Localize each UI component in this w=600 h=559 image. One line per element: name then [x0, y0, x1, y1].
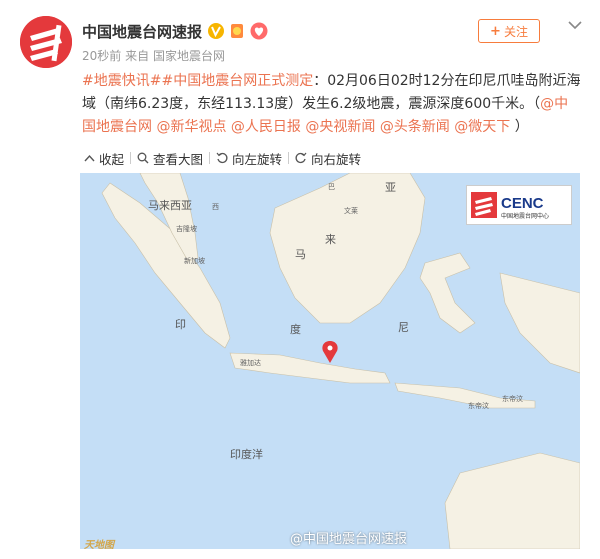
collapse-icon: [84, 154, 95, 161]
watermark-text: @中国地震台网速报: [290, 532, 408, 547]
medal-icon: [231, 24, 244, 38]
user-name-row: 中国地震台网速报: [82, 20, 268, 42]
label-jakarta: 雅加达: [240, 358, 261, 367]
label-indonesia-ni: 尼: [398, 321, 409, 334]
label-indonesia-yin: 印: [175, 318, 186, 331]
cenc-brand-text: CENC: [501, 195, 544, 212]
cenc-brand-icon: CENC 中国地震台网中心: [471, 192, 549, 220]
label-singapore: 新加坡: [184, 256, 205, 265]
label-indian-ocean: 印度洋: [230, 447, 263, 461]
cenc-logo-box: CENC 中国地震台网中心: [466, 185, 572, 225]
follow-button[interactable]: + 关注: [478, 19, 540, 43]
plus-icon: +: [490, 23, 501, 39]
user-name[interactable]: 中国地震台网速报: [82, 21, 202, 42]
label-brunei: 文莱: [344, 206, 358, 215]
rotate-left-button[interactable]: 向左旋转: [210, 149, 288, 168]
hashtag-earthquake-news[interactable]: #地震快讯#: [82, 73, 161, 89]
mention-xinhua[interactable]: @新华视点: [156, 119, 226, 135]
earthquake-map-image[interactable]: 马来西亚 吉隆坡 新加坡 印 度 尼 雅加达 马 来 亚 文莱 东帝汶 印度洋 …: [80, 173, 580, 549]
post-text: #地震快讯##中国地震台网正式测定：02月06日02时12分在印尼爪哇岛附近海域…: [82, 70, 582, 139]
hashtag-cenc-official[interactable]: #中国地震台网正式测定: [161, 73, 313, 89]
rotate-left-icon: [216, 152, 228, 164]
view-large-label: 查看大图: [153, 151, 204, 167]
label-ya: 亚: [385, 181, 396, 194]
label-lai: 来: [325, 233, 336, 246]
rotate-right-icon: [295, 152, 307, 164]
chevron-down-icon[interactable]: [566, 16, 584, 34]
avatar[interactable]: [20, 16, 72, 68]
post-close-paren: ）: [514, 119, 529, 135]
cenc-sub-text: 中国地震台网中心: [501, 212, 549, 220]
rotate-left-label: 向左旋转: [232, 151, 283, 167]
rotate-right-button[interactable]: 向右旋转: [289, 149, 367, 168]
image-toolbar: 收起 查看大图 向左旋转 向右旋转: [78, 148, 367, 168]
map-graphic: 马来西亚 吉隆坡 新加坡 印 度 尼 雅加达 马 来 亚 文莱 东帝汶 印度洋 …: [80, 173, 580, 549]
label-small-b: 巴: [328, 183, 335, 191]
verified-icon: [208, 23, 225, 39]
post-source[interactable]: 国家地震台网: [153, 49, 225, 63]
weibo-watermark: @中国地震台网速报: [290, 528, 407, 547]
mention-cctv-news[interactable]: @央视新闻: [305, 119, 375, 135]
mention-weitianxia[interactable]: @微天下: [454, 119, 510, 135]
post-meta: 20秒前 来自 国家地震台网: [82, 47, 225, 64]
view-large-button[interactable]: 查看大图: [131, 149, 209, 168]
label-malaysia-west: 马来西亚: [148, 199, 192, 212]
label-kuala-lumpur: 吉隆坡: [176, 224, 197, 233]
cenc-logo-icon: [20, 16, 72, 68]
label-darwin: 东帝汶: [502, 394, 523, 403]
zoom-icon: [137, 152, 149, 164]
tianditu-logo: 天地图: [84, 540, 114, 551]
label-indonesia-du: 度: [290, 322, 301, 336]
collapse-button[interactable]: 收起: [78, 149, 130, 168]
post-time[interactable]: 20秒前: [82, 49, 121, 63]
source-prefix: 来自: [125, 49, 150, 63]
label-small-c: 西: [212, 203, 219, 211]
mention-toutiao[interactable]: @头条新闻: [380, 119, 450, 135]
label-ma: 马: [295, 248, 306, 261]
rotate-right-label: 向右旋转: [311, 151, 362, 167]
collapse-label: 收起: [99, 151, 125, 167]
mention-peoples-daily[interactable]: @人民日报: [231, 119, 301, 135]
follow-label: 关注: [503, 24, 528, 39]
heart-badge-icon: [250, 22, 268, 40]
label-east-timor: 东帝汶: [468, 401, 489, 410]
